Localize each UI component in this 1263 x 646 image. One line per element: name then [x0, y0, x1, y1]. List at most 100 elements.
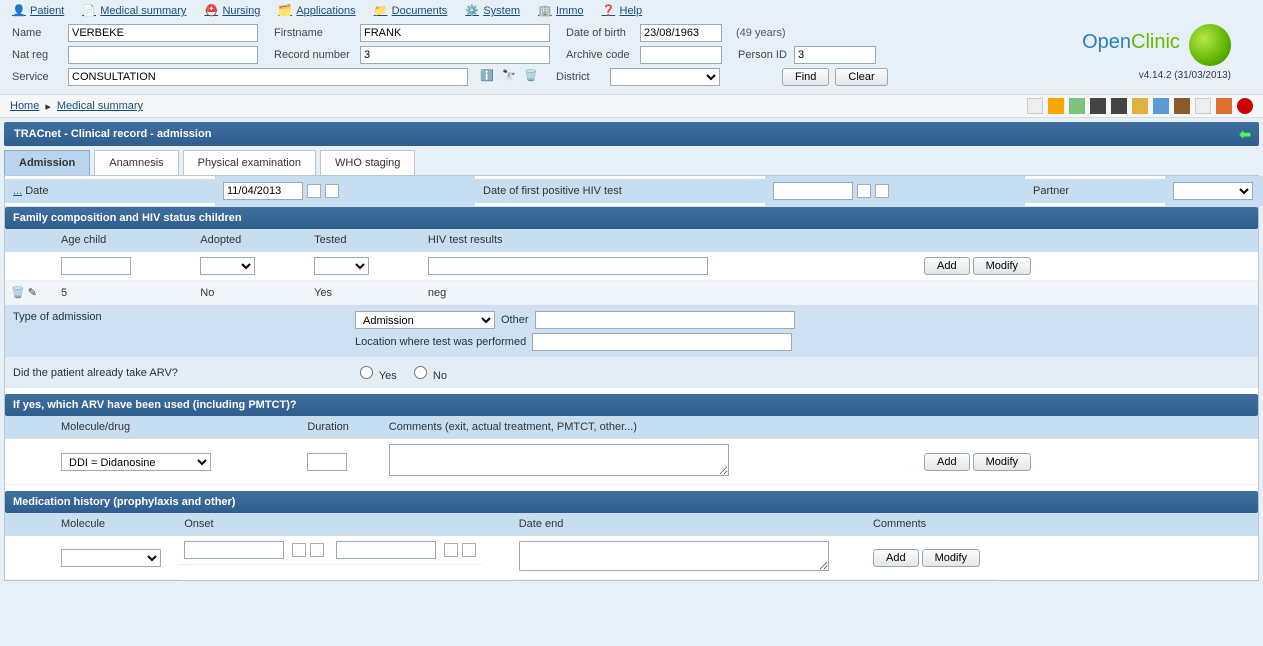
molecule-select[interactable]: DDI = Didanosine	[61, 453, 211, 471]
menu-summary[interactable]: 📄Medical summary	[82, 4, 186, 18]
user-add-icon[interactable]	[1069, 98, 1085, 114]
age-input[interactable]	[61, 257, 131, 275]
col-age: Age child	[55, 229, 194, 252]
other-label: Other	[501, 314, 529, 326]
mh-add-button[interactable]: Add	[873, 549, 919, 567]
calendar-icon[interactable]	[857, 184, 871, 198]
arv-add-button[interactable]: Add	[924, 453, 970, 471]
family-add-button[interactable]: Add	[924, 257, 970, 275]
family-data-row[interactable]: 🗑️ ✎ 5 No Yes neg	[5, 281, 1258, 305]
clear-button[interactable]: Clear	[835, 68, 887, 86]
person-id-field[interactable]	[794, 46, 876, 64]
crumb-current[interactable]: Medical summary	[57, 100, 143, 112]
firstname-field[interactable]	[360, 24, 550, 42]
date-help-icon[interactable]	[325, 184, 339, 198]
type-adm-select[interactable]: Admission	[355, 311, 495, 329]
partner-select[interactable]	[1173, 182, 1253, 200]
arv-modify-button[interactable]: Modify	[973, 453, 1031, 471]
pencil-icon[interactable]	[1027, 98, 1043, 114]
name-field[interactable]	[68, 24, 258, 42]
dob-field[interactable]	[640, 24, 722, 42]
chevron-right-icon: ▸	[45, 100, 51, 113]
toolbar-icons	[1027, 98, 1253, 114]
binoculars-icon[interactable]: 🔭	[502, 69, 518, 85]
arv-comments-input[interactable]	[389, 444, 729, 476]
folder-icon: 📁	[374, 4, 388, 18]
mh-modify-button[interactable]: Modify	[922, 549, 980, 567]
location-input[interactable]	[532, 333, 792, 351]
col-mh-comments: Comments	[867, 513, 998, 536]
date-help-icon[interactable]	[875, 184, 889, 198]
calendar-icon[interactable]	[1195, 98, 1211, 114]
arv-yes[interactable]: Yes	[355, 363, 397, 382]
onset-input[interactable]	[184, 541, 284, 559]
mh-molecule-select[interactable]	[61, 549, 161, 567]
arv-no[interactable]: No	[409, 363, 447, 382]
stripe-icon[interactable]	[1216, 98, 1232, 114]
crumb-home[interactable]: Home	[10, 100, 39, 112]
arv-yes-radio[interactable]	[360, 366, 373, 379]
menu-patient[interactable]: 👤Patient	[12, 4, 64, 18]
record-number-field[interactable]	[360, 46, 550, 64]
cell-age: 5	[55, 281, 194, 305]
menu-immo[interactable]: 🏢Immo	[538, 4, 584, 18]
section-title-bar: TRACnet - Clinical record - admission ⬅	[4, 122, 1259, 146]
edit-icon[interactable]	[1048, 98, 1064, 114]
district-select[interactable]	[610, 68, 720, 86]
nurse-icon: ⛑️	[204, 4, 218, 18]
calendar-icon[interactable]	[444, 543, 458, 557]
row-delete-icon[interactable]: 🗑️	[11, 287, 25, 299]
family-section-title: Family composition and HIV status childr…	[5, 207, 1258, 229]
date-field[interactable]	[223, 182, 303, 200]
natreg-field[interactable]	[68, 46, 258, 64]
menu-system[interactable]: ⚙️System	[465, 4, 520, 18]
mh-comments-input[interactable]	[519, 541, 829, 571]
menu-nursing[interactable]: ⛑️Nursing	[204, 4, 260, 18]
tab-admission[interactable]: Admission	[4, 150, 90, 175]
meal-icon[interactable]	[1111, 98, 1127, 114]
district-label: District	[546, 71, 604, 83]
medhist-title: Medication history (prophylaxis and othe…	[5, 491, 1258, 513]
tab-physical[interactable]: Physical examination	[183, 150, 316, 175]
menu-documents[interactable]: 📁Documents	[374, 4, 448, 18]
tab-who[interactable]: WHO staging	[320, 150, 415, 175]
info-icon[interactable]: ℹ️	[480, 69, 496, 85]
bed-icon[interactable]	[1090, 98, 1106, 114]
ellipsis-link[interactable]: ...	[13, 185, 22, 197]
stop-icon[interactable]	[1237, 98, 1253, 114]
cell-results: neg	[422, 281, 918, 305]
person-icon[interactable]	[1153, 98, 1169, 114]
tested-select[interactable]	[314, 257, 369, 275]
other-input[interactable]	[535, 311, 795, 329]
natreg-label: Nat reg	[12, 49, 62, 61]
print-icon[interactable]	[1174, 98, 1190, 114]
logo-icon	[1189, 24, 1231, 66]
find-button[interactable]: Find	[782, 68, 829, 86]
col-adopted: Adopted	[194, 229, 308, 252]
end-input[interactable]	[336, 541, 436, 559]
service-field[interactable]	[68, 68, 468, 86]
back-arrow-icon[interactable]: ⬅	[1239, 126, 1251, 143]
results-input[interactable]	[428, 257, 708, 275]
family-modify-button[interactable]: Modify	[973, 257, 1031, 275]
clock-icon[interactable]	[1132, 98, 1148, 114]
calendar-icon[interactable]	[307, 184, 321, 198]
cell-tested: Yes	[308, 281, 422, 305]
archive-label: Archive code	[556, 49, 634, 61]
date-help-icon[interactable]	[462, 543, 476, 557]
date-help-icon[interactable]	[310, 543, 324, 557]
tab-anamnesis[interactable]: Anamnesis	[94, 150, 178, 175]
medhist-input-row: Add Modify	[5, 536, 1258, 580]
admission-panel: ... Date Date of first positive HIV test…	[4, 175, 1259, 581]
first-hiv-field[interactable]	[773, 182, 853, 200]
adopted-select[interactable]	[200, 257, 255, 275]
arv-no-radio[interactable]	[414, 366, 427, 379]
delete-icon[interactable]: 🗑️	[524, 69, 540, 85]
archive-field[interactable]	[640, 46, 722, 64]
row-edit-icon[interactable]: ✎	[28, 287, 37, 299]
menu-applications[interactable]: 🗂️Applications	[278, 4, 355, 18]
calendar-icon[interactable]	[292, 543, 306, 557]
type-adm-label: Type of admission	[13, 311, 343, 323]
duration-input[interactable]	[307, 453, 347, 471]
menu-help[interactable]: ❓Help	[602, 4, 643, 18]
